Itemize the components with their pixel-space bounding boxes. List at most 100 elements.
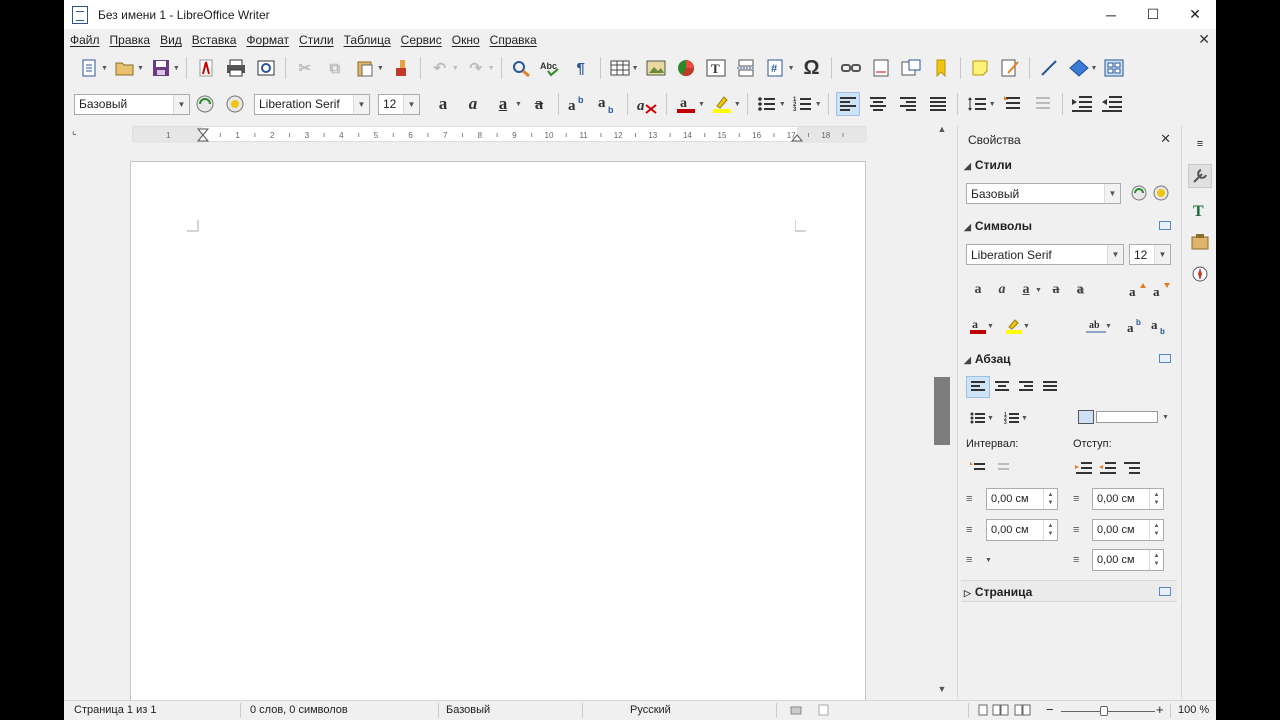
menu-table[interactable]: Таблица: [339, 33, 396, 47]
new-style-icon[interactable]: [1152, 184, 1170, 205]
insert-page-break-icon[interactable]: [734, 56, 758, 80]
menu-help[interactable]: Справка: [485, 33, 542, 47]
track-changes-icon[interactable]: [998, 56, 1022, 80]
chevron-down-icon[interactable]: ▼: [1107, 245, 1123, 264]
menu-file[interactable]: Файл: [65, 33, 105, 47]
save-icon[interactable]: [149, 56, 173, 80]
increase-indent-icon[interactable]: [1070, 92, 1094, 116]
font-name-select[interactable]: Liberation Serif ▼: [254, 93, 370, 115]
align-left-icon[interactable]: [835, 92, 860, 116]
paragraph-section-header[interactable]: ◢ Абзац: [964, 352, 1011, 366]
insert-line-icon[interactable]: [1037, 56, 1061, 80]
chevron-down-icon[interactable]: ▼: [987, 323, 994, 330]
align-left-icon[interactable]: [966, 376, 990, 398]
page-more-options-icon[interactable]: [1159, 587, 1171, 596]
comment-icon[interactable]: [968, 56, 992, 80]
chevron-down-icon[interactable]: ▼: [632, 65, 639, 72]
chevron-down-icon[interactable]: ▼: [377, 65, 384, 72]
multi-page-view-icon[interactable]: [992, 704, 1010, 719]
sidebar-font-select[interactable]: Liberation Serif ▼: [966, 244, 1124, 265]
update-style-icon[interactable]: [1130, 184, 1148, 205]
chevron-down-icon[interactable]: ▼: [137, 65, 144, 72]
page-section-header[interactable]: ▷ Страница: [964, 585, 1032, 599]
find-replace-icon[interactable]: [509, 56, 533, 80]
menu-insert[interactable]: Вставка: [187, 33, 242, 47]
menu-format[interactable]: Формат: [241, 33, 294, 47]
spelling-icon[interactable]: Abc: [539, 56, 563, 80]
before-text-indent-input[interactable]: 0,00 см ▲ ▼: [1092, 488, 1164, 510]
document-modified-icon[interactable]: [818, 704, 830, 719]
increase-font-size-icon[interactable]: a: [1126, 279, 1150, 301]
book-view-icon[interactable]: [1014, 704, 1032, 719]
first-line-indent-input[interactable]: 0,00 см ▲ ▼: [1092, 549, 1164, 571]
menu-tools[interactable]: Сервис: [396, 33, 447, 47]
clear-formatting-icon[interactable]: a: [635, 92, 659, 116]
clone-formatting-icon[interactable]: [389, 56, 413, 80]
chevron-down-icon[interactable]: ▼: [815, 101, 822, 108]
insert-mode-icon[interactable]: [790, 704, 802, 719]
superscript-icon[interactable]: ab: [566, 92, 590, 116]
scroll-up-icon[interactable]: ▲: [934, 124, 950, 138]
word-count-status[interactable]: 0 слов, 0 символов: [250, 704, 348, 716]
paragraph-style-select[interactable]: Базовый ▼: [74, 93, 190, 115]
zoom-slider-handle[interactable]: [1100, 706, 1108, 716]
footnote-icon[interactable]: [869, 56, 893, 80]
chevron-down-icon[interactable]: ▼: [353, 94, 369, 114]
paragraph-background-icon[interactable]: [1078, 410, 1094, 424]
bold-icon[interactable]: a: [966, 279, 990, 301]
sidebar-style-select[interactable]: Базовый ▼: [966, 183, 1121, 204]
spin-arrows-icon[interactable]: ▲ ▼: [1149, 489, 1163, 509]
chevron-down-icon[interactable]: ▼: [779, 101, 786, 108]
chevron-down-icon[interactable]: ▼: [1105, 323, 1112, 330]
unordered-list-icon[interactable]: [755, 92, 779, 116]
document-page[interactable]: [130, 161, 866, 720]
endnote-icon[interactable]: [899, 56, 923, 80]
update-style-icon[interactable]: [193, 92, 217, 116]
font-color-icon[interactable]: a: [674, 92, 698, 116]
sidebar-font-size-select[interactable]: 12 ▼: [1129, 244, 1171, 265]
properties-deck-icon[interactable]: [1188, 164, 1212, 188]
page-style-status[interactable]: Базовый: [446, 704, 490, 716]
justify-icon[interactable]: [926, 92, 950, 116]
menu-styles[interactable]: Стили: [294, 33, 339, 47]
superscript-icon[interactable]: ab: [1124, 315, 1148, 337]
spin-arrows-icon[interactable]: ▲ ▼: [1149, 550, 1163, 570]
special-character-icon[interactable]: Ω: [800, 56, 824, 80]
menu-view[interactable]: Вид: [155, 33, 187, 47]
language-status[interactable]: Русский: [630, 704, 671, 716]
open-folder-icon[interactable]: [113, 56, 137, 80]
chevron-down-icon[interactable]: ▼: [1035, 287, 1042, 294]
chevron-down-icon[interactable]: ▼: [1154, 245, 1170, 264]
font-size-select[interactable]: 12 ▼: [378, 93, 420, 115]
bold-icon[interactable]: a: [431, 92, 455, 116]
justify-icon[interactable]: [1038, 376, 1062, 398]
chevron-down-icon[interactable]: ▼: [1021, 415, 1028, 422]
zoom-slider-track[interactable]: [1061, 711, 1155, 712]
chevron-down-icon[interactable]: ▼: [987, 415, 994, 422]
below-paragraph-spacing-input[interactable]: 0,00 см ▲ ▼: [986, 519, 1058, 541]
scrollbar-thumb[interactable]: [934, 377, 950, 445]
character-more-options-icon[interactable]: [1159, 221, 1171, 230]
styles-deck-icon[interactable]: T: [1188, 198, 1212, 222]
chevron-down-icon[interactable]: ▼: [1162, 414, 1169, 421]
insert-table-icon[interactable]: [608, 56, 632, 80]
above-paragraph-spacing-input[interactable]: 0,00 см ▲ ▼: [986, 488, 1058, 510]
menu-window[interactable]: Окно: [447, 33, 485, 47]
print-preview-icon[interactable]: [254, 56, 278, 80]
chevron-down-icon[interactable]: ▼: [698, 101, 705, 108]
after-text-indent-input[interactable]: 0,00 см ▲ ▼: [1092, 519, 1164, 541]
insert-textbox-icon[interactable]: T: [704, 56, 728, 80]
chevron-down-icon[interactable]: ▼: [734, 101, 741, 108]
vertical-scrollbar[interactable]: ▲ ▼: [934, 122, 950, 700]
paragraph-background-color-swatch[interactable]: [1096, 411, 1158, 423]
decrease-font-size-icon[interactable]: a: [1150, 279, 1174, 301]
chevron-down-icon[interactable]: ▼: [989, 101, 996, 108]
spin-arrows-icon[interactable]: ▲ ▼: [1043, 520, 1057, 540]
new-document-icon[interactable]: [77, 56, 101, 80]
menu-edit[interactable]: Правка: [105, 33, 156, 47]
chevron-down-icon[interactable]: ▼: [1091, 65, 1098, 72]
line-spacing-icon[interactable]: [965, 92, 989, 116]
scroll-down-icon[interactable]: ▼: [934, 684, 950, 698]
highlight-color-icon[interactable]: [710, 92, 734, 116]
basic-shapes-icon[interactable]: [1067, 56, 1091, 80]
